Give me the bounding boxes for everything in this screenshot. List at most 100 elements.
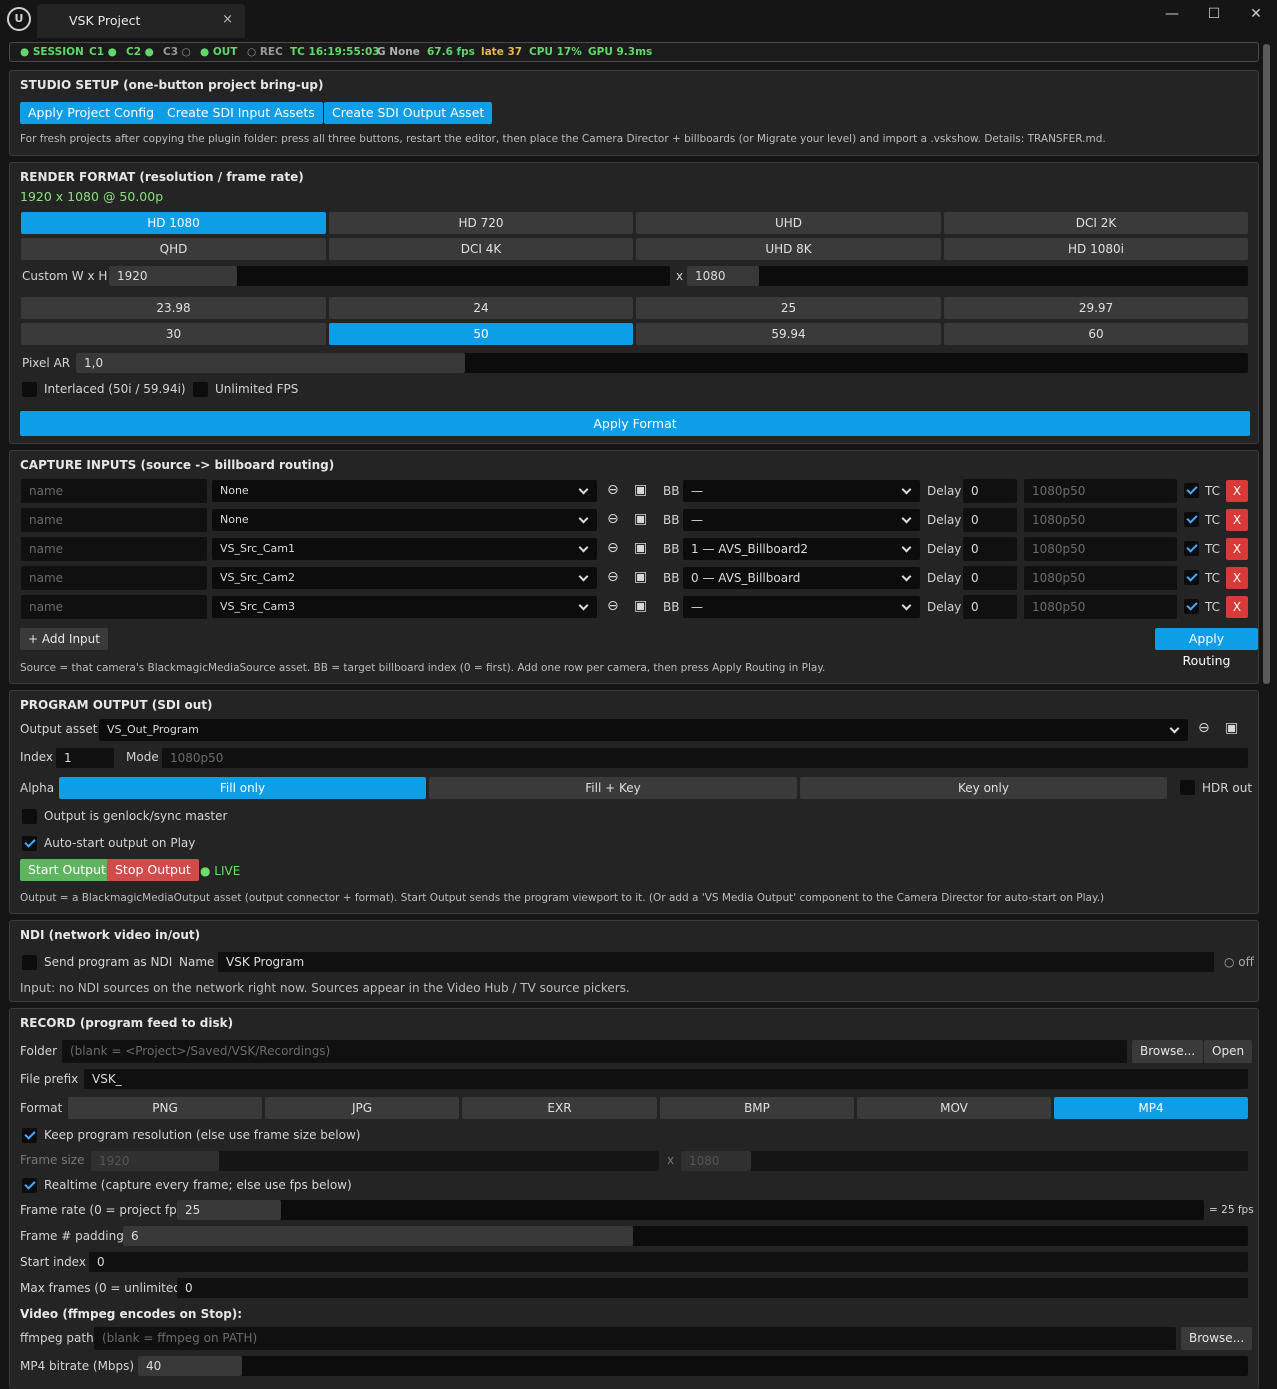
browse-asset-icon[interactable]: ▣	[634, 540, 647, 556]
use-selected-icon[interactable]: ⊖	[607, 569, 619, 585]
browse-folder-button[interactable]: Browse...	[1132, 1040, 1204, 1063]
input-tc-checkbox[interactable]	[1184, 599, 1199, 614]
alpha-fill-only[interactable]: Fill only	[59, 777, 426, 799]
preset-hd720[interactable]: HD 720	[329, 212, 633, 234]
input-delay-field[interactable]: 0	[963, 537, 1017, 561]
output-index-field[interactable]: 1	[56, 748, 114, 768]
input-name-field[interactable]: name	[21, 479, 207, 503]
input-billboard-combo[interactable]: 1 — AVS_Billboard2	[683, 538, 920, 560]
format-mov[interactable]: MOV	[857, 1097, 1051, 1119]
hdr-out-checkbox[interactable]	[1180, 780, 1195, 795]
remove-input-button[interactable]: X	[1226, 509, 1248, 531]
start-index-field[interactable]: 0	[89, 1252, 1248, 1272]
format-bmp[interactable]: BMP	[660, 1097, 854, 1119]
rate-29-97[interactable]: 29.97	[944, 297, 1248, 319]
rate-60[interactable]: 60	[944, 323, 1248, 345]
minimize-icon[interactable]: —	[1157, 6, 1187, 26]
realtime-checkbox[interactable]	[22, 1178, 37, 1193]
rate-23-98[interactable]: 23.98	[21, 297, 326, 319]
remove-input-button[interactable]: X	[1226, 480, 1248, 502]
input-source-combo[interactable]: VS_Src_Cam1	[212, 538, 597, 560]
format-jpg[interactable]: JPG	[265, 1097, 459, 1119]
input-tc-checkbox[interactable]	[1184, 483, 1199, 498]
input-name-field[interactable]: name	[21, 508, 207, 532]
input-billboard-combo[interactable]: —	[683, 509, 920, 531]
preset-uhd8k[interactable]: UHD 8K	[636, 238, 941, 260]
apply-project-config-button[interactable]: Apply Project Config	[20, 102, 163, 124]
format-png[interactable]: PNG	[68, 1097, 262, 1119]
preset-dci4k[interactable]: DCI 4K	[329, 238, 633, 260]
ffmpeg-path-field[interactable]: (blank = ffmpeg on PATH)	[94, 1327, 1176, 1350]
alpha-fill-key[interactable]: Fill + Key	[429, 777, 797, 799]
browse-asset-icon[interactable]: ▣	[634, 569, 647, 585]
document-tab[interactable]: VSK Project ×	[37, 4, 245, 38]
alpha-key-only[interactable]: Key only	[800, 777, 1167, 799]
genlock-master-checkbox[interactable]	[22, 809, 37, 824]
open-folder-button[interactable]: Open	[1204, 1040, 1253, 1063]
preset-uhd[interactable]: UHD	[636, 212, 941, 234]
keep-resolution-checkbox[interactable]	[22, 1128, 37, 1143]
add-input-button[interactable]: + Add Input	[20, 628, 108, 650]
preset-qhd[interactable]: QHD	[21, 238, 326, 260]
close-window-icon[interactable]: ✕	[1241, 6, 1271, 26]
remove-input-button[interactable]: X	[1226, 538, 1248, 560]
input-delay-field[interactable]: 0	[963, 595, 1017, 619]
unlimited-fps-checkbox[interactable]	[193, 382, 208, 397]
close-tab-icon[interactable]: ×	[222, 12, 233, 27]
input-source-combo[interactable]: None	[212, 509, 597, 531]
browse-asset-icon[interactable]: ▣	[1225, 720, 1238, 736]
apply-routing-button[interactable]: Apply Routing	[1155, 628, 1258, 668]
bitrate-slider[interactable]: 40	[138, 1356, 1248, 1376]
ndi-name-field[interactable]: VSK Program	[218, 952, 1214, 972]
send-ndi-checkbox[interactable]	[22, 955, 37, 970]
input-delay-field[interactable]: 0	[963, 566, 1017, 590]
input-tc-checkbox[interactable]	[1184, 512, 1199, 527]
maximize-icon[interactable]: ☐	[1199, 6, 1229, 26]
input-source-combo[interactable]: VS_Src_Cam3	[212, 596, 597, 618]
scrollbar[interactable]	[1263, 44, 1270, 684]
create-sdi-output-asset-button[interactable]: Create SDI Output Asset	[324, 102, 493, 124]
start-output-button[interactable]: Start Output	[20, 859, 114, 881]
browse-asset-icon[interactable]: ▣	[634, 511, 647, 527]
use-selected-icon[interactable]: ⊖	[607, 598, 619, 614]
browse-asset-icon[interactable]: ▣	[634, 482, 647, 498]
format-exr[interactable]: EXR	[462, 1097, 657, 1119]
input-source-combo[interactable]: VS_Src_Cam2	[212, 567, 597, 589]
rate-24[interactable]: 24	[329, 297, 633, 319]
input-source-combo[interactable]: None	[212, 480, 597, 502]
pixel-ar-slider[interactable]: 1,0	[76, 353, 1248, 373]
input-billboard-combo[interactable]: —	[683, 480, 920, 502]
file-prefix-field[interactable]: VSK_	[84, 1069, 1248, 1089]
input-tc-checkbox[interactable]	[1184, 541, 1199, 556]
apply-format-button[interactable]: Apply Format	[20, 411, 1250, 436]
input-delay-field[interactable]: 0	[963, 479, 1017, 503]
format-mp4[interactable]: MP4	[1054, 1097, 1248, 1119]
input-billboard-combo[interactable]: 0 — AVS_Billboard	[683, 567, 920, 589]
rate-30[interactable]: 30	[21, 323, 326, 345]
create-sdi-input-assets-button[interactable]: Create SDI Input Assets	[159, 102, 323, 124]
use-selected-icon[interactable]: ⊖	[607, 482, 619, 498]
input-name-field[interactable]: name	[21, 537, 207, 561]
autostart-checkbox[interactable]	[22, 836, 37, 851]
input-name-field[interactable]: name	[21, 595, 207, 619]
frame-rate-slider[interactable]: 25	[177, 1200, 1204, 1220]
remove-input-button[interactable]: X	[1226, 567, 1248, 589]
custom-height-slider[interactable]: 1080	[687, 266, 1248, 286]
remove-input-button[interactable]: X	[1226, 596, 1248, 618]
rate-50[interactable]: 50	[329, 323, 633, 345]
preset-hd1080[interactable]: HD 1080	[21, 212, 326, 234]
use-selected-icon[interactable]: ⊖	[607, 540, 619, 556]
folder-field[interactable]: (blank = <Project>/Saved/VSK/Recordings)	[62, 1040, 1127, 1063]
input-name-field[interactable]: name	[21, 566, 207, 590]
browse-asset-icon[interactable]: ▣	[634, 598, 647, 614]
output-asset-combo[interactable]: VS_Out_Program	[99, 719, 1188, 741]
use-selected-icon[interactable]: ⊖	[607, 511, 619, 527]
custom-width-slider[interactable]: 1920	[109, 266, 670, 286]
preset-hd1080i[interactable]: HD 1080i	[944, 238, 1248, 260]
input-tc-checkbox[interactable]	[1184, 570, 1199, 585]
use-selected-icon[interactable]: ⊖	[1198, 720, 1210, 736]
padding-slider[interactable]: 6	[123, 1226, 1248, 1246]
preset-dci2k[interactable]: DCI 2K	[944, 212, 1248, 234]
interlaced-checkbox[interactable]	[22, 382, 37, 397]
input-billboard-combo[interactable]: —	[683, 596, 920, 618]
